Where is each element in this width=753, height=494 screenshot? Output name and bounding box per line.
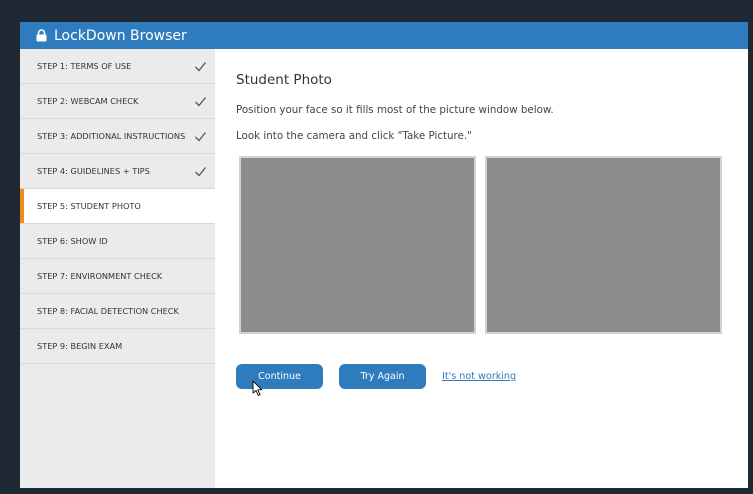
page-title: Student Photo — [236, 72, 332, 88]
sidebar-step-facial-detection-check[interactable]: STEP 8: FACIAL DETECTION CHECK — [20, 294, 215, 329]
step-label: STEP 9: BEGIN EXAM — [37, 341, 123, 351]
checkmark-icon — [194, 60, 207, 73]
sidebar-step-begin-exam[interactable]: STEP 9: BEGIN EXAM — [20, 329, 215, 364]
step-label: STEP 3: ADDITIONAL INSTRUCTIONS — [37, 131, 186, 141]
window-title: LockDown Browser — [54, 27, 187, 44]
step-label: STEP 8: FACIAL DETECTION CHECK — [37, 306, 179, 316]
step-label: STEP 7: ENVIRONMENT CHECK — [37, 271, 163, 281]
sidebar-step-student-photo[interactable]: STEP 5: STUDENT PHOTO — [20, 189, 215, 224]
lock-icon — [36, 29, 47, 42]
lockdown-browser-window: LockDown Browser STEP 1: TERMS OF USE ST… — [20, 22, 748, 488]
main-content: Student Photo Position your face so it f… — [215, 49, 748, 488]
sidebar-step-show-id[interactable]: STEP 6: SHOW ID — [20, 224, 215, 259]
step-label: STEP 4: GUIDELINES + TIPS — [37, 166, 150, 176]
sidebar-step-webcam-check[interactable]: STEP 2: WEBCAM CHECK — [20, 84, 215, 119]
steps-sidebar: STEP 1: TERMS OF USE STEP 2: WEBCAM CHEC… — [20, 49, 215, 488]
webcam-preview — [239, 156, 476, 334]
instruction-text: Look into the camera and click "Take Pic… — [236, 130, 472, 142]
step-label: STEP 1: TERMS OF USE — [37, 61, 132, 71]
checkmark-icon — [194, 95, 207, 108]
sidebar-step-additional-instructions[interactable]: STEP 3: ADDITIONAL INSTRUCTIONS — [20, 119, 215, 154]
step-label: STEP 5: STUDENT PHOTO — [37, 201, 141, 211]
captured-photo — [485, 156, 722, 334]
not-working-link[interactable]: It's not working — [442, 371, 516, 382]
continue-button[interactable]: Continue — [236, 364, 323, 389]
checkmark-icon — [194, 165, 207, 178]
instruction-text: Position your face so it fills most of t… — [236, 104, 554, 116]
checkmark-icon — [194, 130, 207, 143]
sidebar-step-environment-check[interactable]: STEP 7: ENVIRONMENT CHECK — [20, 259, 215, 294]
photo-area — [239, 156, 748, 334]
try-again-button[interactable]: Try Again — [339, 364, 426, 389]
step-label: STEP 2: WEBCAM CHECK — [37, 96, 139, 106]
sidebar-step-terms-of-use[interactable]: STEP 1: TERMS OF USE — [20, 49, 215, 84]
title-bar: LockDown Browser — [20, 22, 748, 49]
sidebar-step-guidelines-tips[interactable]: STEP 4: GUIDELINES + TIPS — [20, 154, 215, 189]
action-bar: Continue Try Again It's not working — [236, 364, 748, 389]
step-label: STEP 6: SHOW ID — [37, 236, 108, 246]
